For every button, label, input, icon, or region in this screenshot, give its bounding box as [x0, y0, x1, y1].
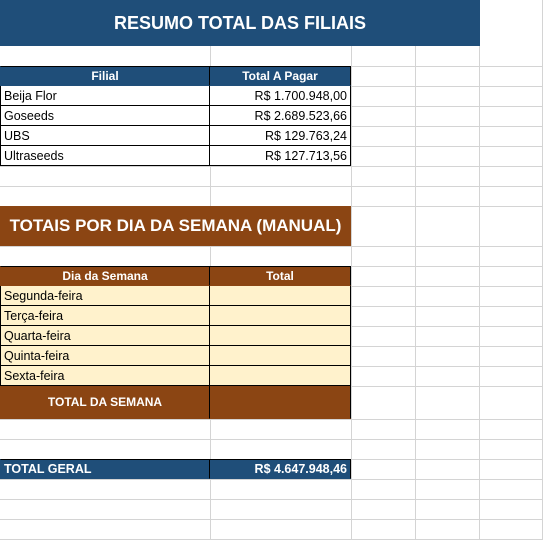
weekday-header-row: Dia da Semana Total [0, 266, 351, 286]
day-total-cell[interactable] [210, 306, 351, 326]
header-total-a-pagar[interactable]: Total A Pagar [210, 66, 351, 86]
day-total-cell[interactable] [210, 346, 351, 366]
total-value: R$ 129.763,24 [264, 128, 347, 143]
grid-row-line [0, 166, 543, 167]
table-row: UBS R$ 129.763,24 [0, 126, 351, 146]
grid-row-line [0, 246, 543, 247]
table-row: Goseeds R$ 2.689.523,66 [0, 106, 351, 126]
day-cell[interactable]: Terça-feira [0, 306, 210, 326]
filial-cell[interactable]: UBS [0, 126, 210, 146]
summary-header-row: Filial Total A Pagar [0, 66, 351, 86]
grand-total-label-cell[interactable]: TOTAL GERAL [0, 459, 210, 479]
day-cell[interactable]: Sexta-feira [0, 366, 210, 386]
table-row: Beija Flor R$ 1.700.948,00 [0, 86, 351, 106]
total-value: R$ 2.689.523,66 [254, 108, 347, 123]
grand-total-label: TOTAL GERAL [4, 462, 92, 476]
header-filial[interactable]: Filial [0, 66, 210, 86]
week-total-value-cell[interactable] [210, 386, 351, 419]
day-total-cell[interactable] [210, 326, 351, 346]
table-row: Sexta-feira [0, 366, 351, 386]
grid-row-line [0, 186, 543, 187]
filial-cell[interactable]: Beija Flor [0, 86, 210, 106]
filial-name: Goseeds [4, 108, 55, 123]
grid-row-line [0, 439, 543, 440]
grid-row-line [0, 419, 543, 420]
table-row: Quarta-feira [0, 326, 351, 346]
filial-name: Beija Flor [4, 88, 57, 103]
day-name: Segunda-feira [4, 288, 83, 303]
total-cell[interactable]: R$ 1.700.948,00 [210, 86, 351, 106]
table-row: Quinta-feira [0, 346, 351, 366]
total-value: R$ 1.700.948,00 [254, 88, 347, 103]
filial-cell[interactable]: Goseeds [0, 106, 210, 126]
grid-row-line [0, 519, 543, 520]
day-cell[interactable]: Segunda-feira [0, 286, 210, 306]
header-day-label: Dia da Semana [62, 269, 148, 283]
table-row: Segunda-feira [0, 286, 351, 306]
weekday-title-cell[interactable]: TOTAIS POR DIA DA SEMANA (MANUAL) [0, 206, 351, 246]
table-row: Terça-feira [0, 306, 351, 326]
day-name: Terça-feira [4, 308, 64, 323]
grid-row-line [0, 479, 543, 480]
header-total[interactable]: Total [210, 266, 351, 286]
day-cell[interactable]: Quarta-feira [0, 326, 210, 346]
filial-cell[interactable]: Ultraseeds [0, 146, 210, 166]
header-filial-label: Filial [91, 69, 119, 83]
header-total-label: Total [266, 269, 294, 283]
day-name: Quinta-feira [4, 348, 70, 363]
grand-total-value: R$ 4.647.948,46 [254, 462, 347, 476]
day-name: Quarta-feira [4, 328, 71, 343]
grand-total-row: TOTAL GERAL R$ 4.647.948,46 [0, 459, 351, 479]
total-cell[interactable]: R$ 127.713,56 [210, 146, 351, 166]
week-total-row: TOTAL DA SEMANA [0, 386, 351, 419]
header-total-label: Total A Pagar [242, 69, 318, 83]
weekday-title: TOTAIS POR DIA DA SEMANA (MANUAL) [9, 216, 342, 235]
header-dia-da-semana[interactable]: Dia da Semana [0, 266, 210, 286]
summary-title: RESUMO TOTAL DAS FILIAIS [113, 12, 366, 33]
day-name: Sexta-feira [4, 368, 65, 383]
week-total-label-cell[interactable]: TOTAL DA SEMANA [0, 386, 210, 419]
total-cell[interactable]: R$ 129.763,24 [210, 126, 351, 146]
day-total-cell[interactable] [210, 366, 351, 386]
total-value: R$ 127.713,56 [264, 148, 347, 163]
summary-title-cell[interactable]: RESUMO TOTAL DAS FILIAIS [0, 0, 480, 46]
day-total-cell[interactable] [210, 286, 351, 306]
week-total-label: TOTAL DA SEMANA [47, 395, 163, 409]
grand-total-value-cell[interactable]: R$ 4.647.948,46 [210, 459, 351, 479]
filial-name: Ultraseeds [4, 148, 64, 163]
day-cell[interactable]: Quinta-feira [0, 346, 210, 366]
grid-row-line [0, 499, 543, 500]
filial-name: UBS [4, 128, 30, 143]
table-row: Ultraseeds R$ 127.713,56 [0, 146, 351, 166]
total-cell[interactable]: R$ 2.689.523,66 [210, 106, 351, 126]
